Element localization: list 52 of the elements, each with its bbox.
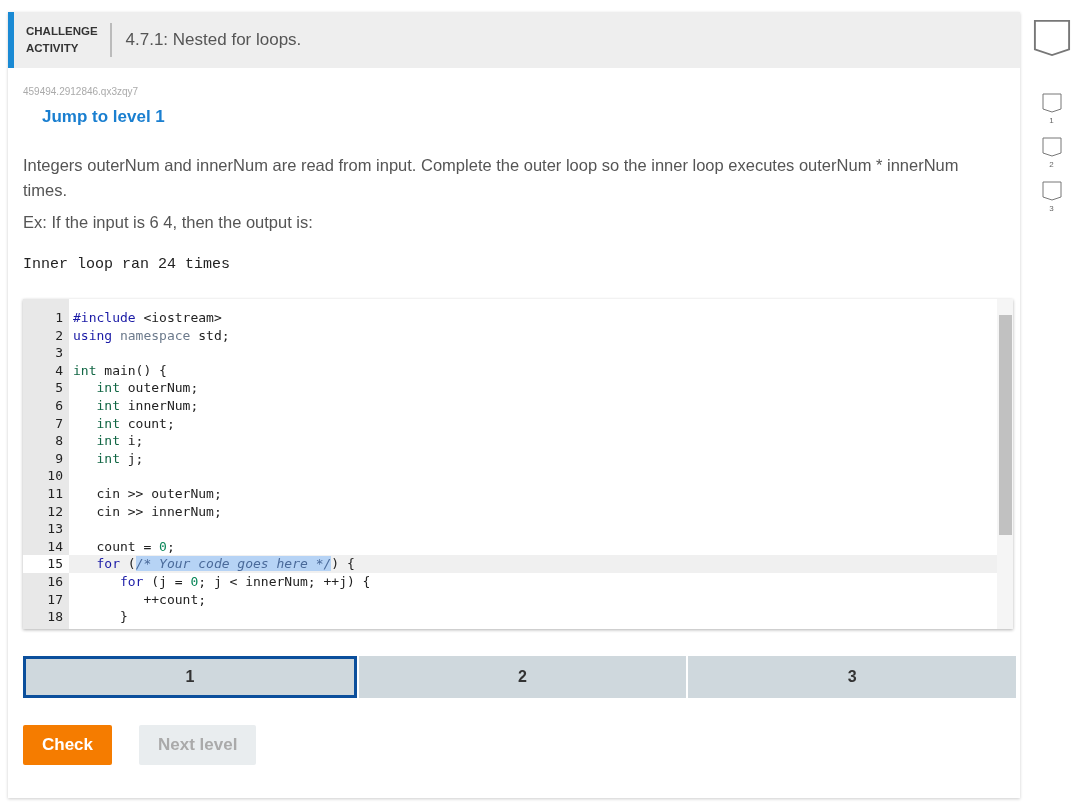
line-number: 2 xyxy=(54,326,64,345)
activity-label: CHALLENGE ACTIVITY xyxy=(26,23,112,57)
line-number: 4 xyxy=(54,361,64,380)
activity-id: 459494.2912846.qx3zqy7 xyxy=(23,86,140,97)
code-line: } xyxy=(118,608,128,626)
code-line: count = 0; xyxy=(95,537,175,556)
line-number: 5 xyxy=(54,379,64,397)
code-line: for (/* Your code goes here */) { xyxy=(95,555,355,573)
code-line: using namespace std; xyxy=(72,326,230,345)
level-tab[interactable]: 1 xyxy=(23,656,357,698)
code-line: for (j = 0; j < innerNum; ++j) { xyxy=(118,572,371,591)
level-tab[interactable]: 3 xyxy=(688,656,1016,698)
code-line: int count; xyxy=(95,414,175,433)
line-number: 8 xyxy=(54,432,64,450)
code-line: int outerNum; xyxy=(95,379,199,397)
line-number: 14 xyxy=(46,537,64,556)
level-tab[interactable]: 2 xyxy=(358,656,687,698)
scrollbar[interactable] xyxy=(997,299,1013,629)
line-number: 18 xyxy=(46,608,64,626)
badge-number: 2 xyxy=(1049,160,1054,169)
sample-output: Inner loop ran 24 times xyxy=(23,256,232,273)
code-line: int innerNum; xyxy=(95,396,199,415)
line-number: 10 xyxy=(46,467,64,485)
line-number: 9 xyxy=(54,449,64,468)
badge-number: 1 xyxy=(1049,116,1054,125)
code-line: #include <iostream> xyxy=(72,309,222,327)
jump-link[interactable]: Jump to level 1 xyxy=(42,107,165,127)
badge-number: 3 xyxy=(1049,204,1054,213)
level-badge-icon xyxy=(1041,137,1062,157)
line-number: 13 xyxy=(46,520,64,538)
example-text: Ex: If the input is 6 4, then the output is: xyxy=(23,213,314,232)
line-number: 11 xyxy=(46,484,64,503)
line-number: 16 xyxy=(46,572,64,591)
code-line: ++count; xyxy=(142,590,207,609)
prompt-text: Integers outerNum and innerNum are read from input. Complete the outer loop so the inner loop executes outerNum * innerNum times. xyxy=(23,155,960,201)
line-number: 7 xyxy=(54,414,64,433)
line-number: 15 xyxy=(23,555,69,573)
line-number: 12 xyxy=(46,502,64,521)
code-line: cin >> outerNum; xyxy=(95,484,222,503)
line-number: 6 xyxy=(54,396,64,415)
code-line: cin >> innerNum; xyxy=(95,502,222,521)
code-editor[interactable] xyxy=(23,299,1013,629)
activity-title: 4.7.1: Nested for loops. xyxy=(124,30,302,50)
line-number: 1 xyxy=(54,309,64,327)
line-number: 3 xyxy=(54,344,64,362)
level-badge-icon xyxy=(1041,93,1062,113)
code-line: int main() { xyxy=(72,361,167,380)
code-line: int j; xyxy=(95,449,144,468)
level-badge-icon xyxy=(1032,19,1071,57)
level-badge-icon xyxy=(1041,181,1062,201)
code-line: int i; xyxy=(95,432,144,450)
line-number: 17 xyxy=(46,590,64,609)
